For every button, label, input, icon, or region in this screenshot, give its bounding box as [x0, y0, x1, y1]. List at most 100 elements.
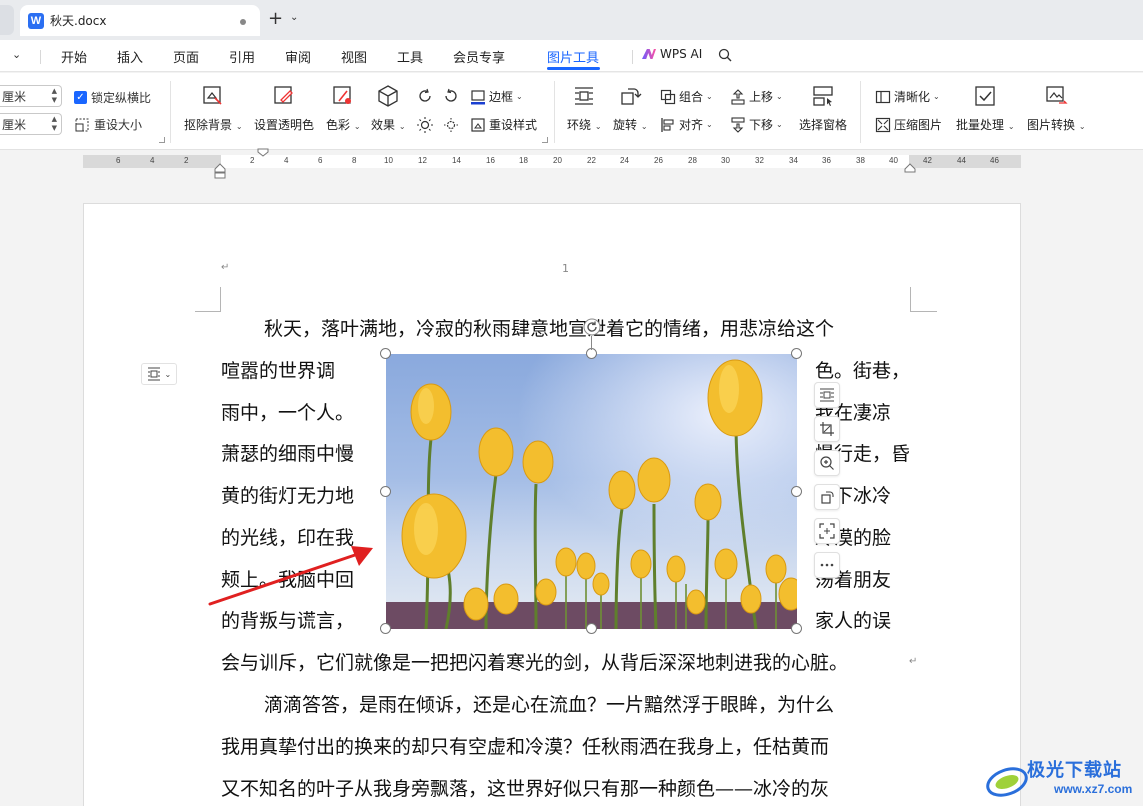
effects-button[interactable]: 效果 ⌄ — [371, 83, 406, 133]
rotate-dark-icon — [445, 88, 457, 102]
first-line-indent-marker-icon[interactable] — [257, 148, 269, 157]
send-backward-icon — [731, 116, 745, 133]
tab-list-chevron-icon[interactable]: ⌄ — [290, 12, 298, 23]
resize-handle-right[interactable] — [791, 486, 802, 497]
margin-corner-mark — [910, 287, 937, 312]
text-line[interactable]: 雨中，一个人。 — [221, 398, 354, 425]
selection-pane-button[interactable]: 选择窗格 — [799, 83, 847, 133]
effects-label: 效果 — [371, 118, 396, 132]
text-line[interactable]: 滴滴答答，是雨在倾诉，还是心在流血？一片黯然浮于眼眸，为什么 — [264, 690, 834, 717]
layout-options-button[interactable]: ⌄ — [141, 363, 177, 385]
tab-page[interactable]: 页面 — [173, 47, 199, 66]
reset-size-button[interactable]: 重设大小 — [74, 116, 142, 133]
layout-wrap-icon — [147, 367, 160, 381]
set-transparent-color-button[interactable]: 设置透明色 — [254, 83, 314, 133]
text-line[interactable]: 我用真挚付出的换来的却只有空虚和冷漠？任秋雨洒在我身上，任枯黄而 — [221, 732, 829, 759]
group-button[interactable]: 组合 ⌄ — [660, 88, 713, 105]
text-line[interactable]: 色。街巷， — [815, 356, 910, 383]
send-backward-button[interactable]: 下移 ⌄ — [730, 116, 783, 133]
quick-ocr-button[interactable] — [814, 518, 840, 544]
remove-background-label: 抠除背景 — [184, 118, 233, 132]
resize-handle-left[interactable] — [380, 486, 391, 497]
wps-ai-button[interactable]: WPS AI — [642, 47, 702, 61]
bring-forward-button[interactable]: 上移 ⌄ — [730, 88, 783, 105]
rotate-button[interactable]: 旋转 ⌄ — [613, 83, 648, 133]
align-button[interactable]: 对齐 ⌄ — [660, 116, 713, 133]
width-input[interactable]: 厘米 ▲ ▼ — [0, 113, 62, 135]
lock-ratio-checkbox[interactable]: ✓ 锁定纵横比 — [74, 89, 151, 106]
tab-view[interactable]: 视图 — [341, 47, 367, 66]
picture-convert-button[interactable]: 图片转换 ⌄ — [1027, 83, 1086, 133]
quick-wrap-button[interactable] — [814, 382, 840, 408]
text-line[interactable]: 喧嚣的世界调 — [221, 356, 335, 383]
effects-cube-icon — [375, 83, 401, 109]
ruler-number: 30 — [721, 156, 730, 165]
quick-crop-button[interactable] — [814, 416, 840, 442]
resize-handle-bottom[interactable] — [586, 623, 597, 634]
contrast-down-button[interactable] — [442, 116, 460, 134]
width-spinner-icon[interactable]: ▲ ▼ — [52, 115, 57, 133]
wps-ai-label: WPS AI — [660, 47, 703, 61]
border-button[interactable]: 边框 ⌄ — [470, 88, 523, 105]
text-line[interactable]: 萧瑟的细雨中慢 — [221, 439, 354, 466]
style-dialog-launcher-icon[interactable] — [542, 137, 548, 143]
wrap-text-icon — [820, 388, 834, 402]
batch-process-button[interactable]: 批量处理 ⌄ — [956, 83, 1015, 133]
size-dialog-launcher-icon[interactable] — [159, 137, 165, 143]
active-tab-indicator — [547, 67, 600, 70]
menu-collapse-chevron-icon[interactable]: ⌄ — [12, 48, 21, 61]
new-tab-button[interactable]: + — [268, 10, 283, 28]
height-spinner-icon[interactable]: ▲ ▼ — [52, 87, 57, 105]
rotate-icon — [821, 491, 834, 504]
remove-background-button[interactable]: 抠除背景 ⌄ — [184, 83, 243, 133]
text-line[interactable]: 黄的街灯无力地 — [221, 481, 354, 508]
height-input[interactable]: 厘米 ▲ ▼ — [0, 85, 62, 107]
checkbox-checked-icon: ✓ — [74, 91, 87, 104]
quick-more-button[interactable] — [814, 552, 840, 578]
ruler-number: 44 — [957, 156, 966, 165]
set-transparent-icon — [271, 83, 297, 109]
tab-member[interactable]: 会员专享 — [453, 47, 505, 66]
contrast-up-button[interactable] — [416, 116, 434, 134]
color-button[interactable]: 色彩 ⌄ — [326, 83, 361, 133]
reset-size-label: 重设大小 — [94, 118, 143, 132]
tab-review[interactable]: 审阅 — [285, 47, 311, 66]
tab-references[interactable]: 引用 — [229, 47, 255, 66]
previous-tab[interactable] — [0, 5, 14, 35]
tab-picture-tools[interactable]: 图片工具 — [547, 47, 599, 66]
ribbon-divider — [170, 81, 171, 143]
ruler-number: 20 — [553, 156, 562, 165]
sharpen-button[interactable]: 清晰化 ⌄ — [875, 88, 940, 105]
compress-picture-button[interactable]: 压缩图片 — [875, 116, 942, 133]
picture-convert-icon — [1043, 83, 1069, 109]
resize-handle-top-right[interactable] — [791, 348, 802, 359]
resize-handle-bottom-left[interactable] — [380, 623, 391, 634]
brightness-up-button[interactable] — [416, 87, 434, 105]
resize-handle-top-left[interactable] — [380, 348, 391, 359]
text-line[interactable]: 会与训斥，它们就像是一把把闪着寒光的剑，从背后深深地刺进我的心脏。 — [221, 648, 848, 675]
document-tab[interactable]: W 秋天.docx — [20, 5, 260, 36]
search-icon[interactable] — [718, 48, 732, 62]
tulip-picture[interactable] — [386, 354, 797, 629]
tab-home[interactable]: 开始 — [61, 47, 87, 66]
text-line[interactable]: 秋天，落叶满地，冷寂的秋雨肆意地宣泄着它的情绪，用悲凉给这个 — [264, 314, 834, 341]
quick-zoom-button[interactable] — [814, 450, 840, 476]
text-line[interactable]: 又不知名的叶子从我身旁飘落，这世界好似只有那一种颜色——冰冷的灰 — [221, 774, 829, 801]
ruler-number: 2 — [250, 156, 255, 165]
reset-style-button[interactable]: 重设样式 — [470, 116, 537, 133]
ruler-number: 6 — [318, 156, 323, 165]
tab-insert[interactable]: 插入 — [117, 47, 143, 66]
wrap-label: 环绕 — [567, 118, 592, 132]
crop-icon — [820, 422, 834, 436]
brightness-down-button[interactable] — [442, 87, 460, 105]
quick-rotate-button[interactable] — [814, 484, 840, 510]
right-indent-marker-icon[interactable] — [904, 163, 916, 173]
resize-handle-bottom-right[interactable] — [791, 623, 802, 634]
rotate-handle-icon[interactable] — [583, 318, 601, 336]
unsaved-dot-icon[interactable] — [240, 19, 246, 25]
wrap-button[interactable]: 环绕 ⌄ — [567, 83, 602, 133]
left-indent-marker-icon[interactable] — [214, 163, 226, 179]
text-line[interactable]: 家人的误 — [815, 606, 891, 633]
tab-tools[interactable]: 工具 — [397, 47, 423, 66]
text-line[interactable]: 的背叛与谎言， — [221, 606, 354, 633]
